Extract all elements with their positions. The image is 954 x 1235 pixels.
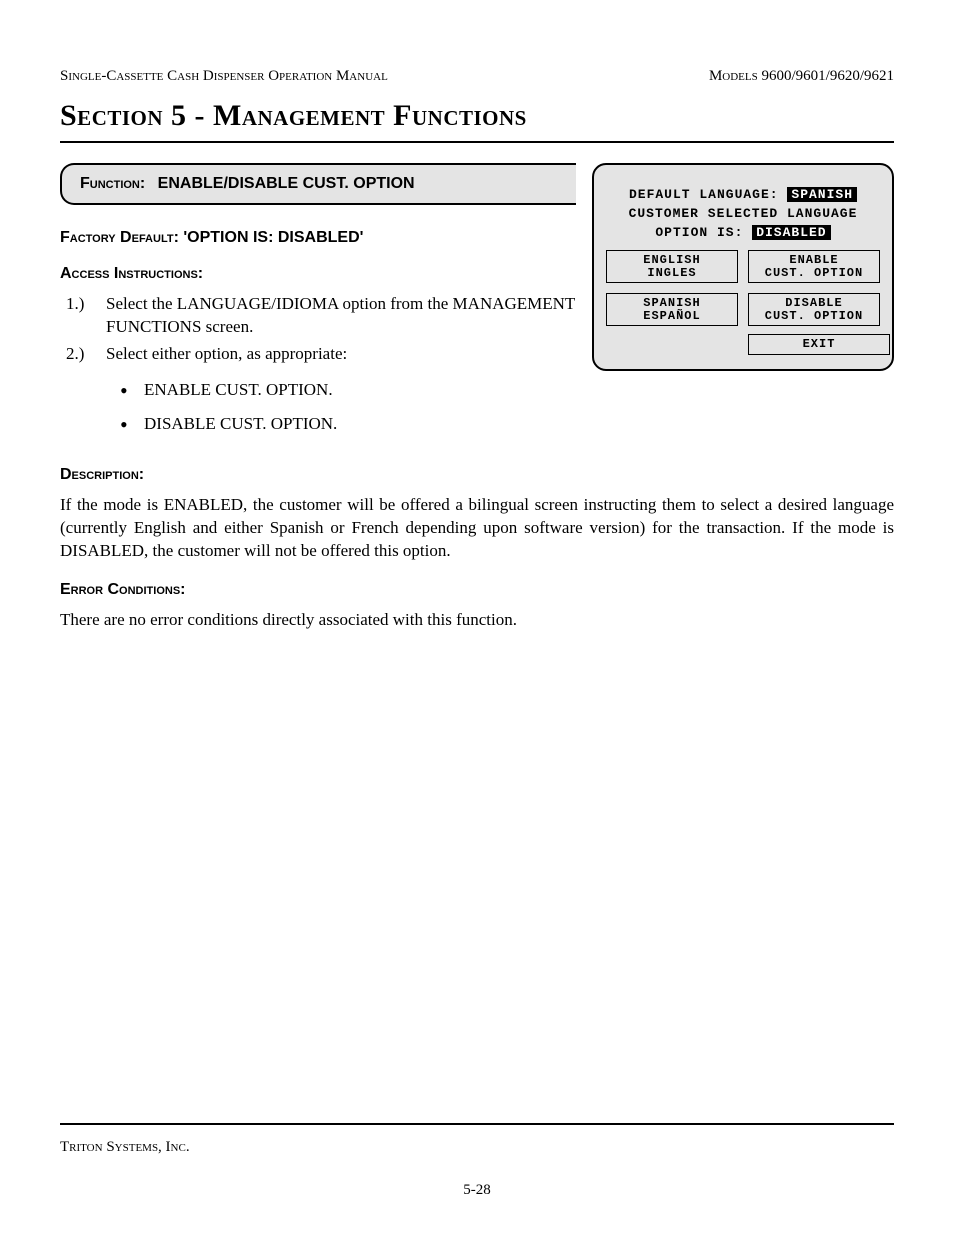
atm-english-line2: INGLES	[611, 267, 733, 280]
option-item: ENABLE CUST. OPTION.	[120, 380, 576, 400]
atm-button-row-1: ENGLISH INGLES ENABLE CUST. OPTION	[606, 250, 880, 283]
access-step: Select either option, as appropriate:	[60, 343, 576, 366]
option-list: ENABLE CUST. OPTION. DISABLE CUST. OPTIO…	[60, 380, 576, 434]
atm-option-is-label: OPTION IS:	[655, 225, 743, 240]
section-title: Section 5 - Management Functions	[60, 99, 894, 133]
atm-disable-line1: DISABLE	[753, 297, 875, 310]
right-column: DEFAULT LANGUAGE: SPANISH CUSTOMER SELEC…	[594, 163, 894, 371]
factory-default-value: 'OPTION IS: DISABLED'	[183, 229, 363, 246]
header-left: Single-Cassette Cash Dispenser Operation…	[60, 68, 388, 85]
option-item: DISABLE CUST. OPTION.	[120, 414, 576, 434]
atm-spanish-line1: SPANISH	[611, 297, 733, 310]
access-heading: Access Instructions:	[60, 265, 576, 283]
atm-button-row-2: SPANISH ESPAÑOL DISABLE CUST. OPTION	[606, 293, 880, 326]
footer-company: Triton Systems, Inc.	[60, 1139, 894, 1156]
atm-default-language-value: SPANISH	[787, 187, 857, 202]
atm-exit-label: EXIT	[753, 338, 885, 351]
atm-screen: DEFAULT LANGUAGE: SPANISH CUSTOMER SELEC…	[592, 163, 894, 371]
atm-english-button[interactable]: ENGLISH INGLES	[606, 250, 738, 283]
page-number: 5-28	[60, 1182, 894, 1199]
atm-disable-button[interactable]: DISABLE CUST. OPTION	[748, 293, 880, 326]
access-step: Select the LANGUAGE/IDIOMA option from t…	[60, 293, 576, 339]
access-steps: Select the LANGUAGE/IDIOMA option from t…	[60, 293, 576, 366]
title-rule	[60, 141, 894, 143]
atm-option-is-line: OPTION IS: DISABLED	[606, 225, 880, 240]
atm-option-is-value: DISABLED	[752, 225, 830, 240]
function-tab: Function: ENABLE/DISABLE CUST. OPTION	[60, 163, 576, 205]
description-text: If the mode is ENABLED, the customer wil…	[60, 494, 894, 563]
content-row: Function: ENABLE/DISABLE CUST. OPTION Fa…	[60, 163, 894, 448]
atm-english-line1: ENGLISH	[611, 254, 733, 267]
description-heading: Description:	[60, 466, 894, 484]
atm-disable-line2: CUST. OPTION	[753, 310, 875, 323]
atm-button-row-3: EXIT	[606, 334, 880, 355]
function-label: Function:	[80, 175, 145, 192]
manual-page: Single-Cassette Cash Dispenser Operation…	[0, 0, 954, 1235]
running-header: Single-Cassette Cash Dispenser Operation…	[60, 68, 894, 85]
atm-default-language-label: DEFAULT LANGUAGE:	[629, 187, 779, 202]
factory-default-label: Factory Default:	[60, 229, 179, 246]
atm-customer-selected-line: CUSTOMER SELECTED LANGUAGE	[606, 206, 880, 221]
atm-spanish-button[interactable]: SPANISH ESPAÑOL	[606, 293, 738, 326]
factory-default-heading: Factory Default: 'OPTION IS: DISABLED'	[60, 229, 576, 247]
error-text: There are no error conditions directly a…	[60, 609, 894, 632]
atm-spanish-line2: ESPAÑOL	[611, 310, 733, 323]
atm-exit-button[interactable]: EXIT	[748, 334, 890, 355]
atm-enable-line1: ENABLE	[753, 254, 875, 267]
atm-default-language-line: DEFAULT LANGUAGE: SPANISH	[606, 187, 880, 202]
page-footer: Triton Systems, Inc. 5-28	[60, 1123, 894, 1199]
error-heading: Error Conditions:	[60, 581, 894, 599]
header-right: Models 9600/9601/9620/9621	[709, 68, 894, 85]
function-name: ENABLE/DISABLE CUST. OPTION	[158, 175, 415, 192]
atm-enable-button[interactable]: ENABLE CUST. OPTION	[748, 250, 880, 283]
atm-enable-line2: CUST. OPTION	[753, 267, 875, 280]
footer-rule	[60, 1123, 894, 1125]
left-column: Function: ENABLE/DISABLE CUST. OPTION Fa…	[60, 163, 576, 448]
